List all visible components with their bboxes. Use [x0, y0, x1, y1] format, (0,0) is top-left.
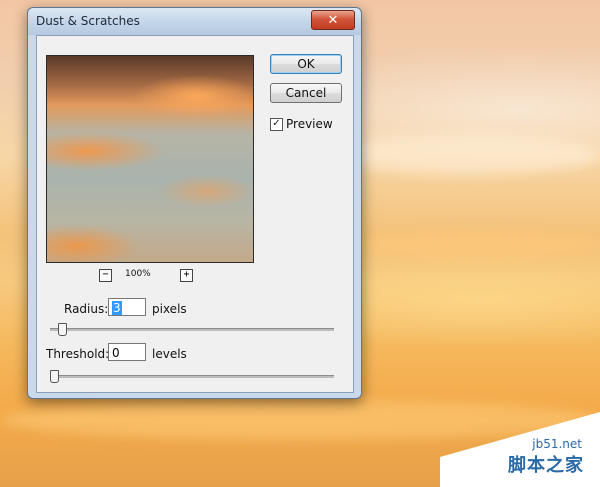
- zoom-in-button[interactable]: +: [180, 269, 193, 282]
- cancel-button[interactable]: Cancel: [270, 83, 342, 103]
- close-button[interactable]: ✕: [311, 10, 355, 30]
- preview-image[interactable]: [46, 55, 254, 263]
- ok-button[interactable]: OK: [270, 54, 342, 74]
- threshold-slider-thumb[interactable]: [50, 370, 59, 383]
- background-cloud: [360, 230, 600, 258]
- dust-scratches-dialog: Dust & Scratches ✕ − 100% + OK Cancel ✓ …: [27, 7, 362, 399]
- radius-unit: pixels: [152, 302, 187, 316]
- threshold-input[interactable]: 0: [108, 343, 146, 361]
- radius-slider-thumb[interactable]: [58, 323, 68, 336]
- threshold-value: 0: [112, 346, 120, 360]
- zoom-out-button[interactable]: −: [99, 269, 112, 282]
- radius-slider-track[interactable]: [50, 328, 334, 331]
- threshold-label: Threshold:: [46, 347, 110, 361]
- watermark-site: jb51.net: [532, 437, 582, 451]
- background-cloud: [330, 135, 600, 175]
- watermark-name: 脚本之家: [508, 455, 584, 476]
- check-icon: ✓: [272, 118, 281, 129]
- minus-icon: −: [102, 269, 109, 280]
- zoom-controls: − 100% +: [99, 269, 199, 283]
- threshold-slider-track[interactable]: [50, 375, 334, 378]
- threshold-unit: levels: [152, 347, 187, 361]
- radius-label: Radius:: [64, 302, 109, 316]
- radius-input[interactable]: 3: [108, 298, 146, 316]
- close-icon: ✕: [327, 12, 339, 28]
- plus-icon: +: [183, 269, 190, 280]
- zoom-level: 100%: [125, 269, 151, 279]
- background-cloud: [0, 400, 600, 440]
- dialog-body: − 100% + OK Cancel ✓ Preview Radius: 3 p…: [36, 35, 354, 393]
- preview-label: Preview: [286, 117, 333, 131]
- dialog-title: Dust & Scratches: [36, 14, 140, 28]
- title-bar[interactable]: Dust & Scratches ✕: [28, 8, 361, 35]
- radius-value: 3: [112, 301, 122, 315]
- preview-checkbox[interactable]: ✓: [270, 118, 283, 131]
